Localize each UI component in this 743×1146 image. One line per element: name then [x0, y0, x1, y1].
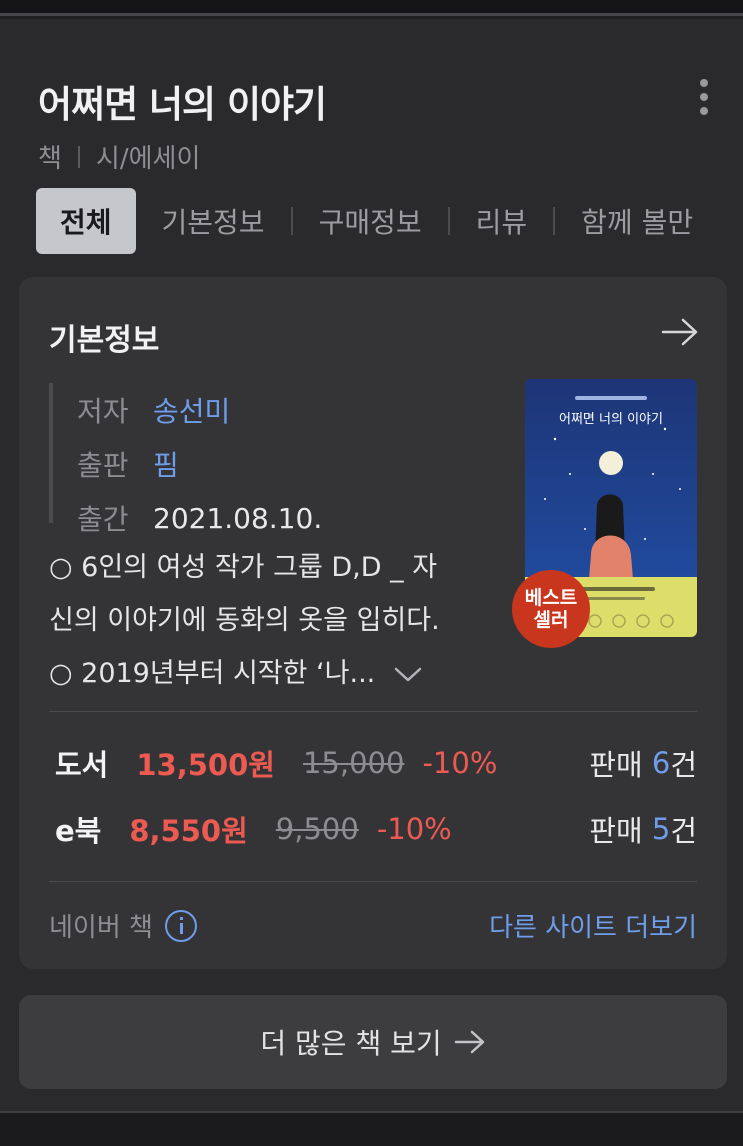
sales-count-ebook[interactable]: 판매 5건 — [589, 804, 697, 854]
category-sub: 시/에세이 — [95, 144, 201, 174]
sale-price: 13,500원 — [136, 748, 275, 782]
source-name: 네이버 책 — [49, 913, 153, 943]
arrow-right-icon[interactable] — [661, 317, 699, 347]
description-line: ○ 6인의 여성 작가 그룹 D,D _ 자 — [49, 552, 438, 583]
arrow-right-icon — [454, 1030, 484, 1054]
more-books-button[interactable]: 더 많은 책 보기 — [19, 995, 727, 1089]
publish-date: 2021.08.10. — [153, 501, 323, 535]
divider — [49, 881, 697, 882]
bestseller-badge: 베스트 셀러 — [512, 570, 590, 648]
category-main: 책 — [38, 144, 62, 174]
badge-line: 베스트 — [524, 587, 578, 609]
sales-unit: 건 — [670, 814, 697, 848]
more-books-label: 더 많은 책 보기 — [260, 1027, 442, 1060]
price-row-print[interactable]: 도서 13,500원 15,000 -10% — [55, 738, 497, 788]
book-meta: 저자 송선미 출판 핌 출간 2021.08.10. — [49, 383, 322, 536]
sales-count-print[interactable]: 판매 6건 — [589, 738, 697, 788]
sales-unit: 건 — [670, 748, 697, 782]
price-kind: 도서 — [55, 748, 109, 782]
tab-all[interactable]: 전체 — [36, 188, 136, 254]
source-label: 네이버 책 — [49, 907, 197, 944]
tab-bar: 전체 기본정보 구매정보 리뷰 함께 볼만 — [36, 188, 743, 254]
basic-info-card: 기본정보 저자 송선미 출판 핌 출간 2021.08.10. ○ 6인의 여성… — [19, 277, 727, 969]
badge-line: 셀러 — [533, 609, 569, 631]
category-separator — [77, 145, 80, 168]
sales-label: 판매 — [589, 748, 643, 782]
info-icon[interactable] — [164, 909, 197, 942]
tab-reviews[interactable]: 리뷰 — [450, 188, 554, 254]
discount-rate: -10% — [376, 812, 452, 846]
book-panel: 어쩌면 너의 이야기 책 시/에세이 전체 기본정보 구매정보 리뷰 함께 볼만… — [0, 19, 743, 1111]
description-line-last: ○ 2019년부터 시작한 ‘나... — [49, 647, 499, 700]
publisher-row: 출판 핌 — [77, 437, 322, 491]
author-label: 저자 — [77, 395, 129, 428]
other-sites-link[interactable]: 다른 사이트 더보기 — [489, 907, 697, 944]
price-kind: e북 — [55, 814, 102, 848]
tab-purchase-info[interactable]: 구매정보 — [293, 188, 448, 254]
price-row-ebook[interactable]: e북 8,550원 9,500 -10% — [55, 804, 452, 854]
sales-label: 판매 — [589, 814, 643, 848]
chevron-down-icon[interactable] — [394, 667, 422, 683]
sales-number: 6 — [651, 746, 671, 780]
original-price: 15,000 — [302, 746, 405, 780]
original-price: 9,500 — [275, 812, 359, 846]
top-divider — [0, 0, 743, 16]
more-options-icon[interactable] — [694, 79, 714, 119]
description-line: ○ 2019년부터 시작한 ‘나... — [49, 658, 376, 689]
tab-basic-info[interactable]: 기본정보 — [136, 188, 291, 254]
sales-number: 5 — [651, 812, 671, 846]
discount-rate: -10% — [422, 746, 498, 780]
tab-related[interactable]: 함께 볼만 — [555, 188, 719, 254]
bottom-divider — [0, 1111, 743, 1146]
date-row: 출간 2021.08.10. — [77, 491, 322, 545]
divider — [49, 711, 697, 712]
card-heading: 기본정보 — [49, 323, 160, 358]
author-link[interactable]: 송선미 — [153, 390, 230, 430]
book-title[interactable]: 어쩌면 너의 이야기 — [38, 74, 327, 128]
publisher-link[interactable]: 핌 — [153, 444, 179, 484]
breadcrumb: 책 시/에세이 — [38, 138, 200, 175]
cover-title: 어쩌면 너의 이야기 — [559, 412, 663, 427]
author-row: 저자 송선미 — [77, 383, 322, 437]
date-label: 출간 — [77, 503, 129, 536]
book-description[interactable]: ○ 6인의 여성 작가 그룹 D,D _ 자 신의 이야기에 동화의 옷을 입히… — [49, 541, 499, 700]
description-line: 신의 이야기에 동화의 옷을 입히다. — [49, 605, 440, 636]
sale-price: 8,550원 — [129, 814, 248, 848]
publisher-label: 출판 — [77, 449, 129, 482]
